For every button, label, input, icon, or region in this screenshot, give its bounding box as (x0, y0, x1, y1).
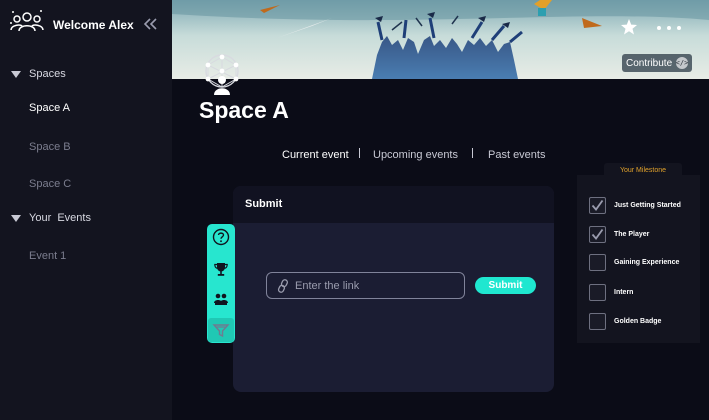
caret-down-icon (11, 215, 21, 222)
submit-card: Submit Submit (233, 186, 554, 392)
favorite-star-icon[interactable] (620, 18, 638, 36)
filter-tool-button[interactable] (208, 318, 234, 342)
milestone-label: Gaining Experience (614, 259, 680, 266)
sidebar-section-label: Spaces (29, 68, 66, 80)
milestone-checkbox[interactable] (589, 284, 606, 301)
tool-strip (207, 224, 235, 343)
submit-card-title: Submit (245, 198, 283, 210)
milestone-label: Golden Badge (614, 318, 662, 325)
sidebar-header: Welcome Alex (0, 0, 172, 50)
milestone-checkbox-checked[interactable] (589, 197, 606, 214)
milestone-item[interactable]: The Player (589, 226, 649, 243)
trophy-icon[interactable] (212, 260, 230, 278)
milestone-label: The Player (614, 231, 650, 238)
community-logo-icon (10, 10, 44, 32)
tab-past-events[interactable]: Past events (488, 149, 545, 161)
milestone-title: Your Milestone (604, 163, 682, 179)
space-avatar-icon (205, 54, 239, 95)
tab-current-event[interactable]: Current event (282, 149, 349, 161)
milestone-item[interactable]: Intern (589, 284, 633, 301)
sidebar: Welcome Alex Spaces Space A Space B Spac… (0, 0, 172, 420)
funnel-icon (212, 324, 230, 338)
help-icon[interactable] (212, 228, 230, 246)
milestone-item[interactable]: Gaining Experience (589, 254, 679, 271)
sidebar-item-space-c[interactable]: Space C (29, 178, 71, 190)
contribute-button[interactable]: Contribute </> (622, 54, 692, 72)
milestone-label: Just Getting Started (614, 202, 681, 209)
sidebar-item-space-a[interactable]: Space A (29, 102, 70, 114)
sidebar-section-label: Your Events (29, 212, 91, 224)
tab-separator (359, 148, 360, 158)
page-title: Space A (199, 97, 289, 123)
checkmark-icon (591, 228, 604, 240)
link-icon (277, 279, 288, 293)
milestone-item[interactable]: Just Getting Started (589, 197, 681, 214)
link-input[interactable] (266, 272, 465, 299)
collapse-sidebar-icon[interactable] (142, 16, 158, 32)
milestone-item[interactable]: Golden Badge (589, 313, 661, 330)
checkmark-icon (591, 199, 604, 211)
milestone-label: Intern (614, 289, 634, 296)
team-icon[interactable] (212, 290, 230, 308)
tab-separator (472, 148, 473, 158)
milestone-checkbox-checked[interactable] (589, 226, 606, 243)
milestone-checkbox[interactable] (589, 254, 606, 271)
caret-down-icon (11, 71, 21, 78)
sidebar-item-space-b[interactable]: Space B (29, 141, 71, 153)
contribute-label: Contribute (626, 57, 673, 69)
code-icon: </> (675, 57, 689, 69)
submit-button[interactable]: Submit (475, 277, 536, 294)
tab-upcoming-events[interactable]: Upcoming events (373, 149, 458, 161)
milestone-checkbox[interactable] (589, 313, 606, 330)
more-options-icon[interactable] (656, 25, 682, 31)
sidebar-item-event-1[interactable]: Event 1 (29, 250, 66, 262)
sidebar-section-events[interactable]: Your Events (11, 212, 91, 224)
sidebar-title: Welcome Alex (53, 18, 134, 32)
sidebar-section-spaces[interactable]: Spaces (11, 68, 66, 80)
submit-card-header: Submit (233, 186, 554, 223)
